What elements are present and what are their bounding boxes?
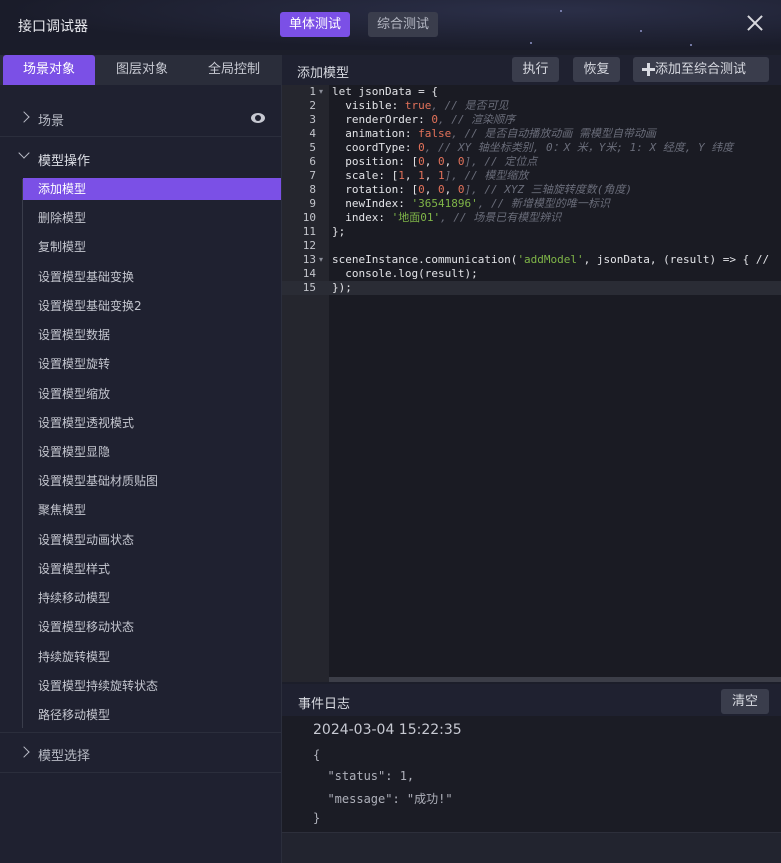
sidebar-item[interactable]: 持续移动模型 [23, 587, 281, 609]
event-log-title: 事件日志 [298, 697, 351, 712]
sidebar: 场景 模型操作 添加模型 删除模型 复制模型 设置模型基础变换 设置模型基础变换… [0, 85, 282, 863]
event-log-body: 2024-03-04 15:22:35 { "status": 1, "mess… [282, 716, 781, 832]
sidebar-item[interactable]: 设置模型透视模式 [23, 412, 281, 434]
sidebar-item[interactable]: 复制模型 [23, 236, 281, 258]
chevron-right-icon [18, 746, 30, 758]
star-decoration [690, 44, 692, 46]
code-line: visible: true, // 是否可见 [332, 99, 509, 112]
code-line: let jsonData = { [332, 85, 438, 98]
code-line: scale: [1, 1, 1], // 模型缩放 [332, 169, 529, 182]
plus-icon [642, 63, 655, 76]
code-line: position: [0, 0, 0], // 定位点 [332, 155, 538, 168]
panel-title: 添加模型 [297, 66, 350, 81]
line-number: 3 [309, 113, 316, 126]
code-line: newIndex: '36541896', // 新增模型的唯一标识 [332, 197, 610, 210]
sidebar-item[interactable]: 设置模型显隐 [23, 441, 281, 463]
object-tabs: 场景对象 图层对象 全局控制 [0, 55, 282, 85]
code-line: sceneInstance.communication('addModel', … [332, 253, 776, 266]
star-decoration [640, 30, 642, 32]
log-line: "status": 1, [313, 769, 415, 783]
sidebar-group-model-select[interactable]: 模型选择 [0, 739, 281, 767]
sidebar-group-model-ops[interactable]: 模型操作 [0, 144, 281, 172]
line-number: 10 [302, 211, 316, 224]
window-title: 接口调试器 [18, 19, 88, 35]
line-number: 7 [309, 169, 316, 182]
divider [0, 772, 281, 773]
log-line: { [313, 748, 321, 762]
line-number: 4 [309, 127, 316, 140]
star-decoration [530, 42, 532, 44]
line-number: 15 [302, 281, 316, 294]
restore-button[interactable]: 恢复 [573, 57, 620, 82]
code-line: coordType: 0, // XY 轴坐标类别, 0：X 米，Y米; 1: … [332, 141, 734, 154]
sidebar-item[interactable]: 路径移动模型 [23, 704, 281, 726]
sidebar-item[interactable]: 删除模型 [23, 207, 281, 229]
chevron-right-icon [18, 111, 30, 123]
log-line: "message": "成功!" [313, 792, 453, 806]
fold-arrow-icon[interactable]: ▾ [319, 253, 323, 267]
line-number: 13 [302, 253, 316, 266]
sidebar-group-label: 模型选择 [38, 749, 91, 764]
divider [0, 732, 281, 733]
tab-combined-test[interactable]: 综合测试 [368, 12, 439, 37]
eye-icon[interactable] [251, 113, 265, 123]
editor-header: 添加模型 执行 恢复 添加至综合测试 [282, 55, 781, 85]
execute-button[interactable]: 执行 [512, 57, 559, 82]
line-number: 6 [309, 155, 316, 168]
sidebar-item[interactable]: 设置模型基础材质贴图 [23, 470, 281, 492]
code-line: index: '地面01', // 场景已有模型辨识 [332, 211, 562, 224]
code-line: }; [332, 225, 346, 238]
tab-scene-objects[interactable]: 场景对象 [3, 55, 95, 85]
line-number: 5 [309, 141, 316, 154]
sidebar-item[interactable]: 聚焦模型 [23, 499, 281, 521]
code-line: animation: false, // 是否自动播放动画 需模型自带动画 [332, 127, 656, 140]
title-bar: 接口调试器 单体测试 综合测试 [0, 0, 781, 50]
code-line: }); [332, 281, 352, 294]
code-editor[interactable]: 1 ▾ 2 3 4 5 6 7 8 9 10 11 12 13 ▾ 14 15 … [282, 85, 781, 682]
sidebar-group-label: 模型操作 [38, 154, 91, 169]
add-to-combined-label: 添加至综合测试 [655, 62, 747, 77]
sidebar-item[interactable]: 设置模型持续旋转状态 [23, 675, 281, 697]
tab-global-control[interactable]: 全局控制 [190, 55, 278, 85]
clear-button[interactable]: 清空 [721, 689, 769, 714]
sidebar-item[interactable]: 设置模型基础变换2 [23, 295, 281, 317]
sidebar-group-scene[interactable]: 场景 [0, 104, 281, 132]
line-number: 9 [309, 197, 316, 210]
close-icon[interactable] [744, 12, 766, 34]
sidebar-item[interactable]: 设置模型样式 [23, 558, 281, 580]
sidebar-item[interactable]: 设置模型动画状态 [23, 529, 281, 551]
line-number: 11 [302, 225, 316, 238]
sidebar-item-add-model[interactable]: 添加模型 [23, 178, 281, 200]
event-log-panel: 事件日志 清空 2024-03-04 15:22:35 { "status": … [282, 684, 781, 863]
sidebar-item[interactable]: 设置模型移动状态 [23, 616, 281, 638]
event-log-footer [282, 832, 781, 863]
tab-layer-objects[interactable]: 图层对象 [98, 55, 186, 85]
sidebar-item[interactable]: 设置模型缩放 [23, 383, 281, 405]
line-number: 14 [302, 267, 316, 280]
code-line: console.log(result); [332, 267, 478, 280]
line-number: 2 [309, 99, 316, 112]
sidebar-item[interactable]: 设置模型数据 [23, 324, 281, 346]
log-timestamp: 2024-03-04 15:22:35 [313, 722, 462, 738]
divider [0, 136, 281, 137]
star-decoration [560, 10, 562, 12]
active-line-highlight [282, 281, 781, 295]
fold-arrow-icon[interactable]: ▾ [319, 85, 323, 99]
line-number: 8 [309, 183, 316, 196]
log-line: } [313, 811, 321, 825]
tab-single-test[interactable]: 单体测试 [280, 12, 351, 37]
line-number: 12 [302, 239, 316, 252]
sidebar-item[interactable]: 持续旋转模型 [23, 646, 281, 668]
sidebar-group-label: 场景 [38, 114, 65, 129]
chevron-down-icon [18, 147, 30, 159]
sidebar-item[interactable]: 设置模型基础变换 [23, 266, 281, 288]
line-number: 1 [309, 85, 316, 98]
add-to-combined-button[interactable]: 添加至综合测试 [633, 57, 769, 82]
code-line: rotation: [0, 0, 0], // XYZ 三轴旋转度数(角度) [332, 183, 632, 196]
sidebar-item[interactable]: 设置模型旋转 [23, 353, 281, 375]
horizontal-scrollbar[interactable] [329, 677, 781, 682]
code-line: renderOrder: 0, // 渲染顺序 [332, 113, 516, 126]
